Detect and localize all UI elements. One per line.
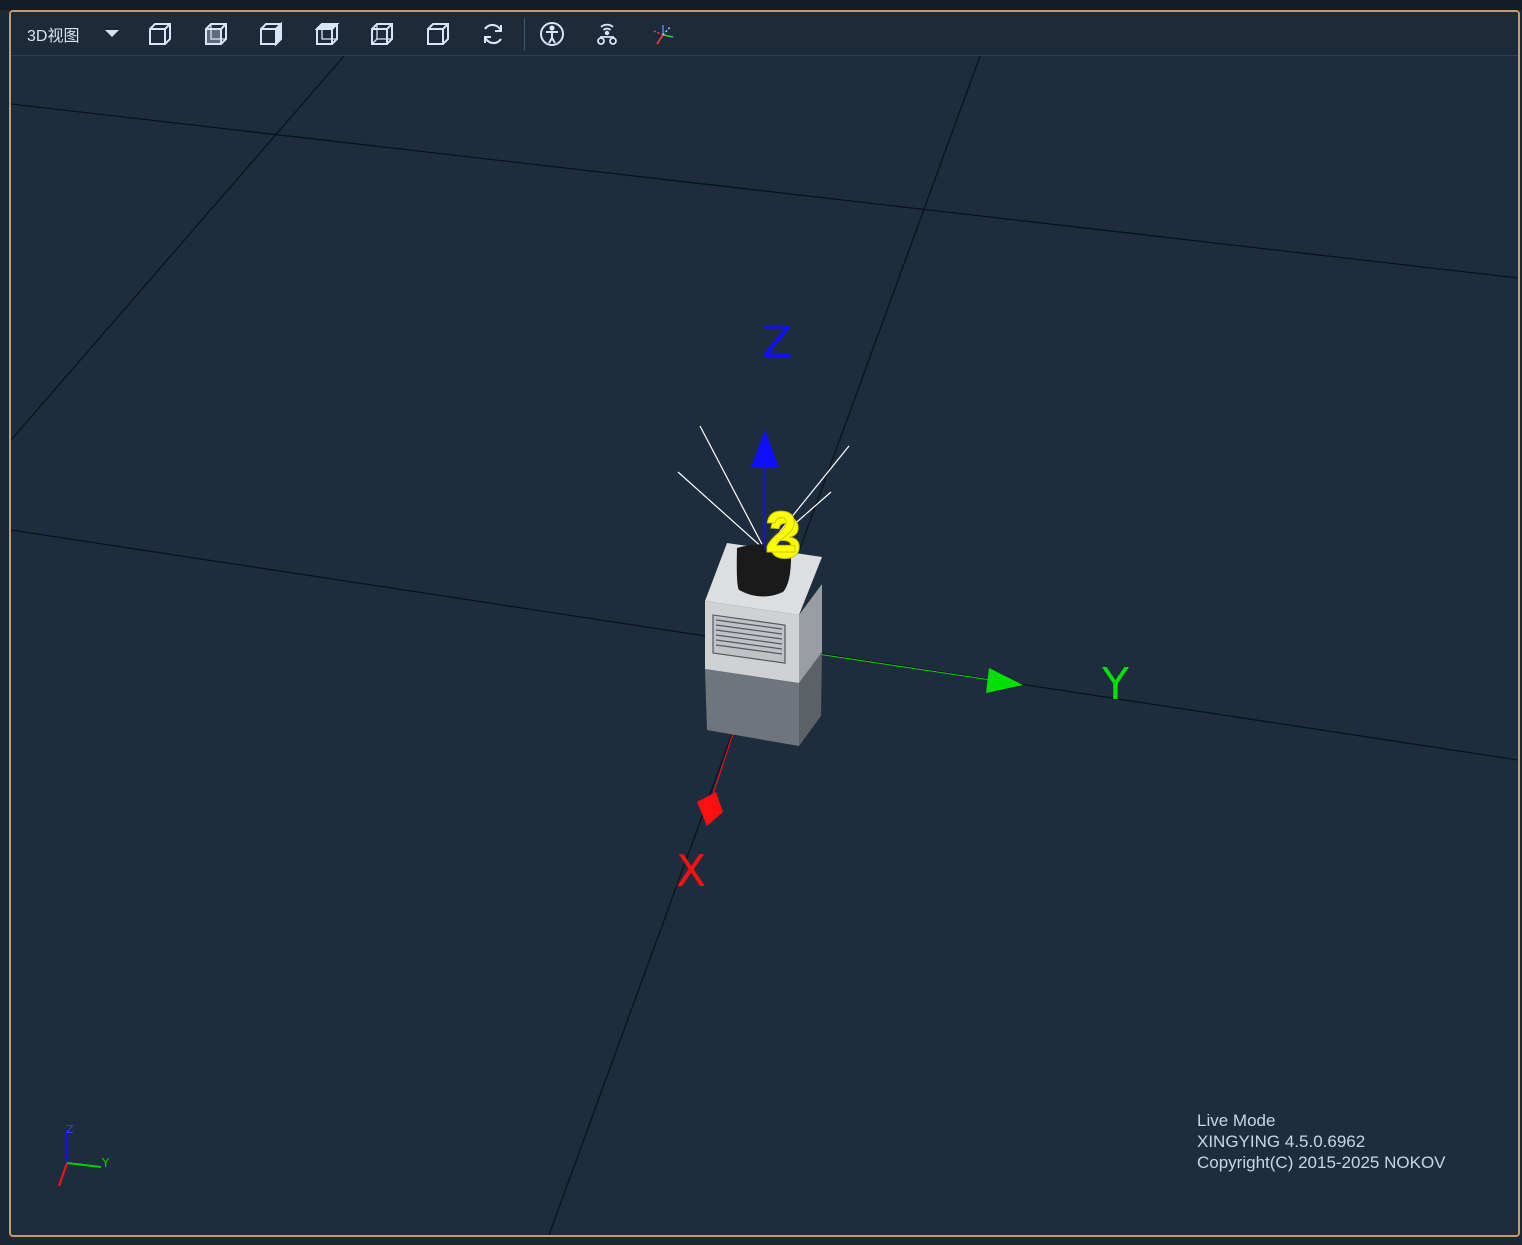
copyright-text: Copyright(C) 2015-2025 NOKOV [1197,1153,1446,1172]
xyz-axes-icon [653,24,673,44]
view-back-button[interactable] [365,17,399,51]
camera-model [705,543,822,746]
gizmo-y-label: Y [101,1156,110,1170]
y-axis-label: Y [1101,659,1129,710]
window-top-strip [0,0,1522,10]
reset-view-button[interactable] [476,17,510,51]
view-side-button[interactable] [310,17,344,51]
z-axis-label: Z [762,317,792,368]
viewport-3d[interactable]: 3 2 Z Y X Z Y 3D视图 Live Mode XINGYING 4.… [9,10,1520,1237]
view-front-button[interactable] [199,17,233,51]
cube-side-icon [314,22,339,45]
version-text: XINGYING 4.5.0.6962 [1197,1132,1366,1151]
x-axis-label: X [676,846,706,897]
camera-signal-icon [597,23,617,45]
toolbar-separator [523,17,525,50]
marker-axes-button[interactable] [646,17,680,51]
cube-top-icon [260,21,282,46]
refresh-icon [483,23,503,44]
status-overlay: Live Mode XINGYING 4.5.0.6962 Copyright(… [1197,1110,1446,1173]
cube-right-icon [426,22,449,45]
scene-canvas[interactable]: 3 2 Z Y X Z Y [11,12,1518,1235]
marker-label-2: 2 [765,500,797,565]
chevron-down-icon [105,30,120,37]
view-mode-label: 3D视图 [27,27,80,45]
gizmo-z-label: Z [66,1123,74,1136]
cube-back-icon [371,22,393,45]
viewport-toolbar: 3D视图 [11,12,1518,56]
view-top-button[interactable] [254,17,288,51]
view-perspective-button[interactable] [143,17,177,51]
view-right-button[interactable] [421,17,455,51]
cube-perspective-icon [149,22,171,45]
camera-view-button[interactable] [590,17,624,51]
human-body-icon [539,21,564,46]
y-axis [810,652,1023,693]
orientation-gizmo: Z Y [58,1123,110,1187]
cube-front-icon [204,22,227,45]
live-mode-text: Live Mode [1197,1111,1276,1130]
view-mode-dropdown[interactable]: 3D视图 [11,12,143,55]
skeleton-view-button[interactable] [535,17,569,51]
